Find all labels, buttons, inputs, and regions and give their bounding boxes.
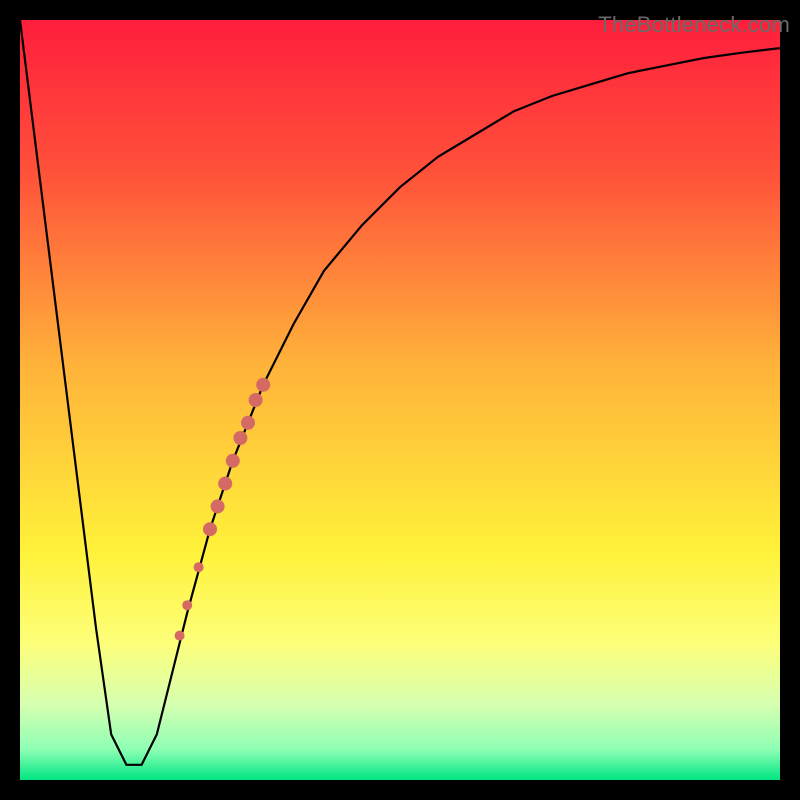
marker-dot [194,562,204,572]
marker-dot [256,378,270,392]
marker-dot [249,393,263,407]
gradient-background [20,20,780,780]
marker-dot [175,631,185,641]
marker-dot [182,600,192,610]
chart-svg [20,20,780,780]
plot-area [20,20,780,780]
watermark-text: TheBottleneck.com [598,12,790,38]
marker-dot [203,522,217,536]
marker-dot [241,416,255,430]
marker-dot [233,431,247,445]
marker-dot [226,454,240,468]
chart-frame: TheBottleneck.com [0,0,800,800]
marker-dot [218,477,232,491]
marker-dot [211,499,225,513]
